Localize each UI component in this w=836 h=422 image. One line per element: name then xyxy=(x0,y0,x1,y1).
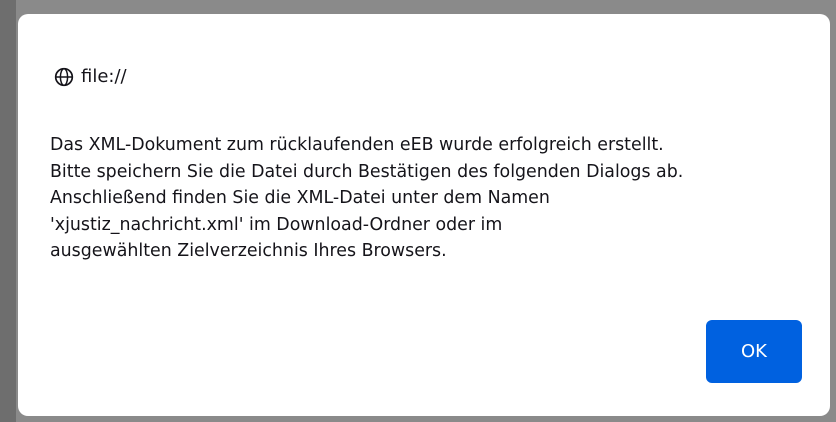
dialog-origin: file:// xyxy=(54,66,127,87)
message-line: Bitte speichern Sie die Datei durch Best… xyxy=(50,161,684,182)
ok-button[interactable]: OK xyxy=(706,320,802,383)
backdrop-edge xyxy=(0,0,16,422)
message-line: Das XML-Dokument zum rücklaufenden eEB w… xyxy=(50,135,664,155)
dialog-message: Das XML-Dokument zum rücklaufenden eEB w… xyxy=(50,132,810,265)
alert-dialog: file:// Das XML-Dokument zum rücklaufend… xyxy=(18,14,830,416)
message-line: 'xjustiz_nachricht.xml' im Download-Ordn… xyxy=(50,214,503,235)
globe-icon xyxy=(54,67,74,87)
message-line: ausgewählten Zielverzeichnis Ihres Brows… xyxy=(50,241,447,261)
origin-label: file:// xyxy=(81,66,127,87)
message-line: Anschließend finden Sie die XML-Datei un… xyxy=(50,188,550,208)
